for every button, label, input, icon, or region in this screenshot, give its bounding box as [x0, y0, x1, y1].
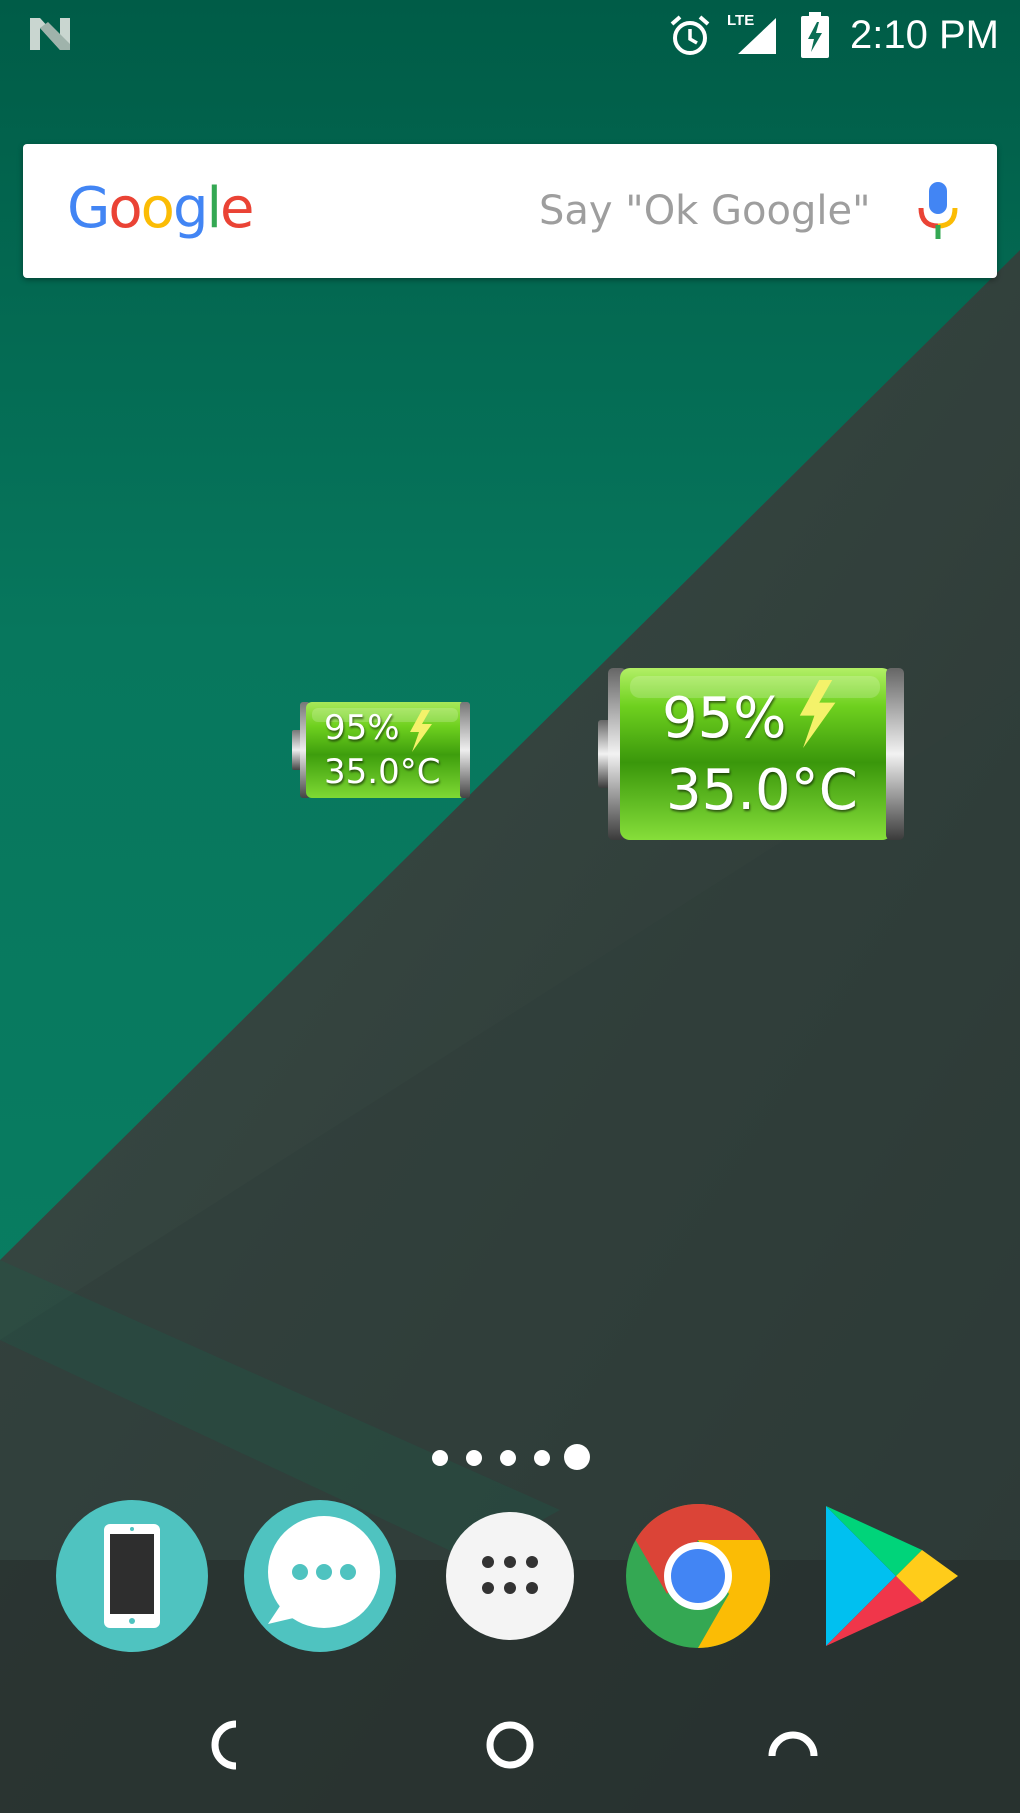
google-logo: Google: [67, 176, 255, 241]
battery-percent: 95%: [324, 708, 400, 748]
mic-icon[interactable]: [916, 180, 960, 242]
page-dot[interactable]: [534, 1450, 550, 1466]
page-indicator: [430, 1442, 600, 1472]
google-search-bar[interactable]: Google Say "Ok Google": [23, 144, 997, 278]
battery-temperature: 35.0°C: [666, 758, 858, 823]
dock-chrome[interactable]: [622, 1500, 774, 1652]
chrome-icon: [626, 1504, 771, 1648]
battery-percent: 95%: [662, 686, 787, 751]
network-type-label: LTE: [727, 12, 755, 29]
recents-icon: [768, 1731, 818, 1757]
battery-widget-small[interactable]: 95% 35.0°C: [292, 700, 474, 804]
home-icon: [486, 1721, 534, 1769]
dock-messages[interactable]: [244, 1500, 396, 1652]
battery-widget-large[interactable]: 95% 35.0°C: [596, 664, 916, 844]
battery-charging-icon: [801, 12, 829, 58]
phone-icon: [56, 1500, 208, 1652]
bolt-icon: [799, 680, 836, 748]
dock-app-drawer[interactable]: [434, 1500, 586, 1652]
status-clock: 2:10 PM: [850, 13, 999, 57]
recents-button[interactable]: [733, 1690, 853, 1800]
back-icon: [211, 1720, 237, 1770]
play-store-icon: [826, 1506, 958, 1646]
messages-icon: [244, 1500, 396, 1652]
page-dot[interactable]: [500, 1450, 516, 1466]
dock-play-store[interactable]: [810, 1500, 962, 1652]
page-dot[interactable]: [466, 1450, 482, 1466]
battery-temperature: 35.0°C: [324, 752, 441, 792]
page-dot-active[interactable]: [564, 1444, 590, 1470]
bolt-icon: [410, 710, 432, 752]
alarm-icon: [670, 15, 710, 55]
page-dot[interactable]: [432, 1450, 448, 1466]
back-button[interactable]: [170, 1690, 290, 1800]
voice-search-hint: Say "Ok Google": [539, 188, 871, 234]
dock-phone[interactable]: [56, 1500, 208, 1652]
app-drawer-icon: [446, 1512, 574, 1640]
notification-n-icon: [30, 18, 70, 50]
status-bar: LTE 2:10 PM: [0, 0, 1020, 72]
home-button[interactable]: [450, 1690, 570, 1800]
navigation-bar: [0, 1690, 1020, 1813]
